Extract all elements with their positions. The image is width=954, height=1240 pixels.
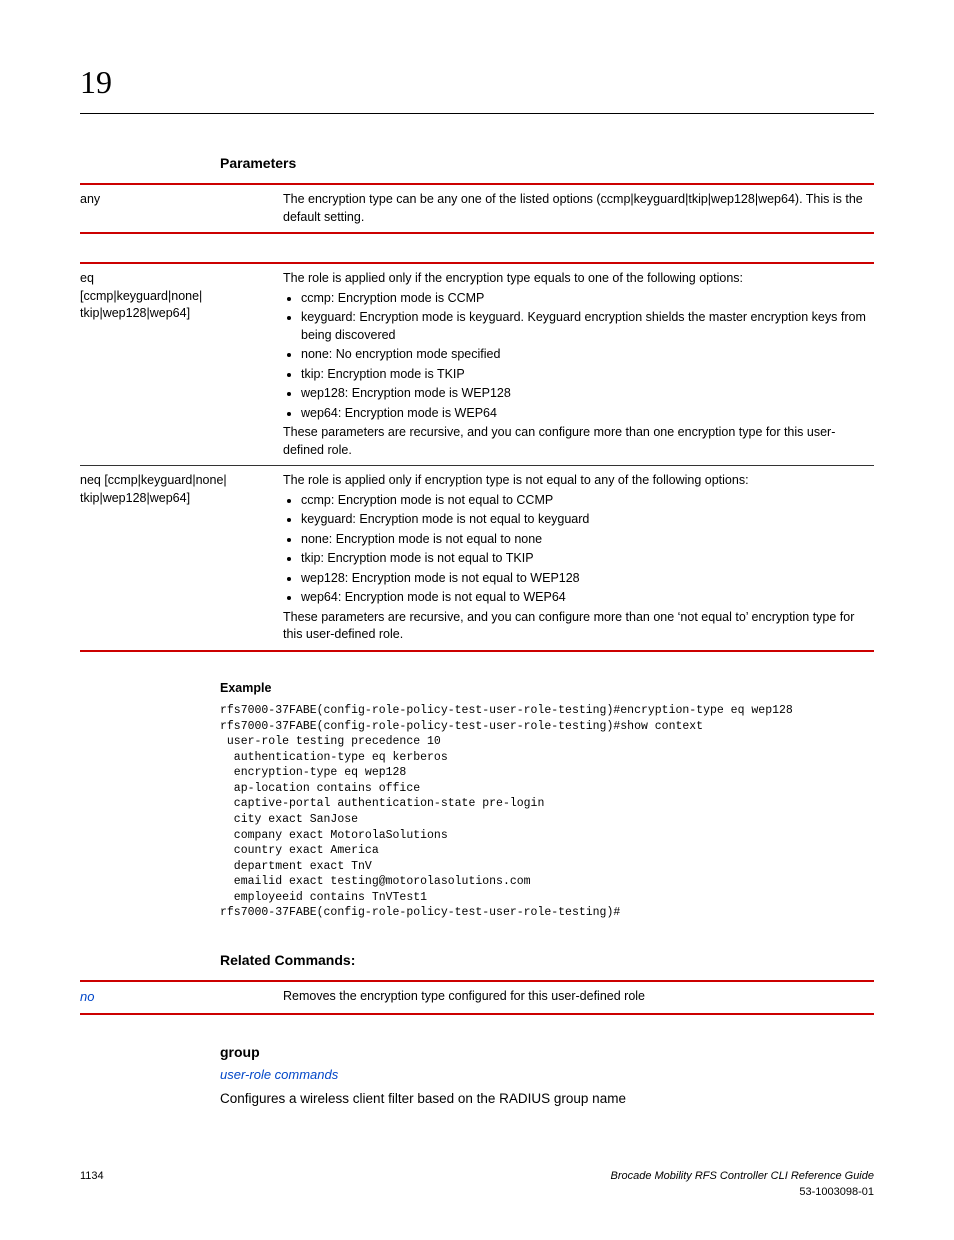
example-heading: Example xyxy=(220,680,874,698)
param-bullet: wep128: Encryption mode is WEP128 xyxy=(301,385,866,403)
param-bullet: keyguard: Encryption mode is keyguard. K… xyxy=(301,309,866,344)
param-bullet: none: No encryption mode specified xyxy=(301,346,866,364)
chapter-rule xyxy=(80,113,874,114)
group-description: Configures a wireless client filter base… xyxy=(220,1090,874,1109)
related-cmd-link[interactable]: no xyxy=(80,989,94,1004)
related-commands-table: no Removes the encryption type configure… xyxy=(80,980,874,1015)
chapter-number: 19 xyxy=(80,60,874,105)
param-bullet-list: ccmp: Encryption mode is not equal to CC… xyxy=(301,492,866,607)
related-commands-heading: Related Commands: xyxy=(220,951,874,971)
param-bullet: wep64: Encryption mode is WEP64 xyxy=(301,405,866,423)
param-intro: The role is applied only if encryption t… xyxy=(283,472,866,490)
param-bullet-list: ccmp: Encryption mode is CCMPkeyguard: E… xyxy=(301,290,866,423)
param-name: eq[ccmp|keyguard|none|tkip|wep128|wep64] xyxy=(80,263,283,466)
parameters-heading: Parameters xyxy=(220,154,874,174)
param-desc: The role is applied only if the encrypti… xyxy=(283,263,874,466)
parameters-table-1: any The encryption type can be any one o… xyxy=(80,183,874,234)
param-desc: The role is applied only if encryption t… xyxy=(283,466,874,651)
param-outro: These parameters are recursive, and you … xyxy=(283,609,866,644)
param-bullet: wep128: Encryption mode is not equal to … xyxy=(301,570,866,588)
param-bullet: wep64: Encryption mode is not equal to W… xyxy=(301,589,866,607)
param-desc: The encryption type can be any one of th… xyxy=(283,184,874,233)
param-name: any xyxy=(80,184,283,233)
param-intro: The role is applied only if the encrypti… xyxy=(283,270,866,288)
param-bullet: tkip: Encryption mode is not equal to TK… xyxy=(301,550,866,568)
param-bullet: keyguard: Encryption mode is not equal t… xyxy=(301,511,866,529)
param-outro: These parameters are recursive, and you … xyxy=(283,424,866,459)
parameters-table-2: eq[ccmp|keyguard|none|tkip|wep128|wep64]… xyxy=(80,262,874,652)
param-bullet: tkip: Encryption mode is TKIP xyxy=(301,366,866,384)
param-bullet: ccmp: Encryption mode is not equal to CC… xyxy=(301,492,866,510)
related-cmd-name[interactable]: no xyxy=(80,981,283,1014)
footer-doc-number: 53-1003098-01 xyxy=(799,1186,874,1198)
footer-doc-title: Brocade Mobility RFS Controller CLI Refe… xyxy=(610,1170,874,1182)
related-cmd-desc: Removes the encryption type configured f… xyxy=(283,981,874,1014)
param-bullet: ccmp: Encryption mode is CCMP xyxy=(301,290,866,308)
page-footer: 1134 Brocade Mobility RFS Controller CLI… xyxy=(80,1169,874,1200)
group-heading: group xyxy=(220,1043,874,1063)
group-link[interactable]: user-role commands xyxy=(220,1066,874,1084)
footer-page-number: 1134 xyxy=(80,1169,104,1200)
param-name: neq [ccmp|keyguard|none|tkip|wep128|wep6… xyxy=(80,466,283,651)
example-code-block: rfs7000-37FABE(config-role-policy-test-u… xyxy=(220,703,874,920)
param-bullet: none: Encryption mode is not equal to no… xyxy=(301,531,866,549)
